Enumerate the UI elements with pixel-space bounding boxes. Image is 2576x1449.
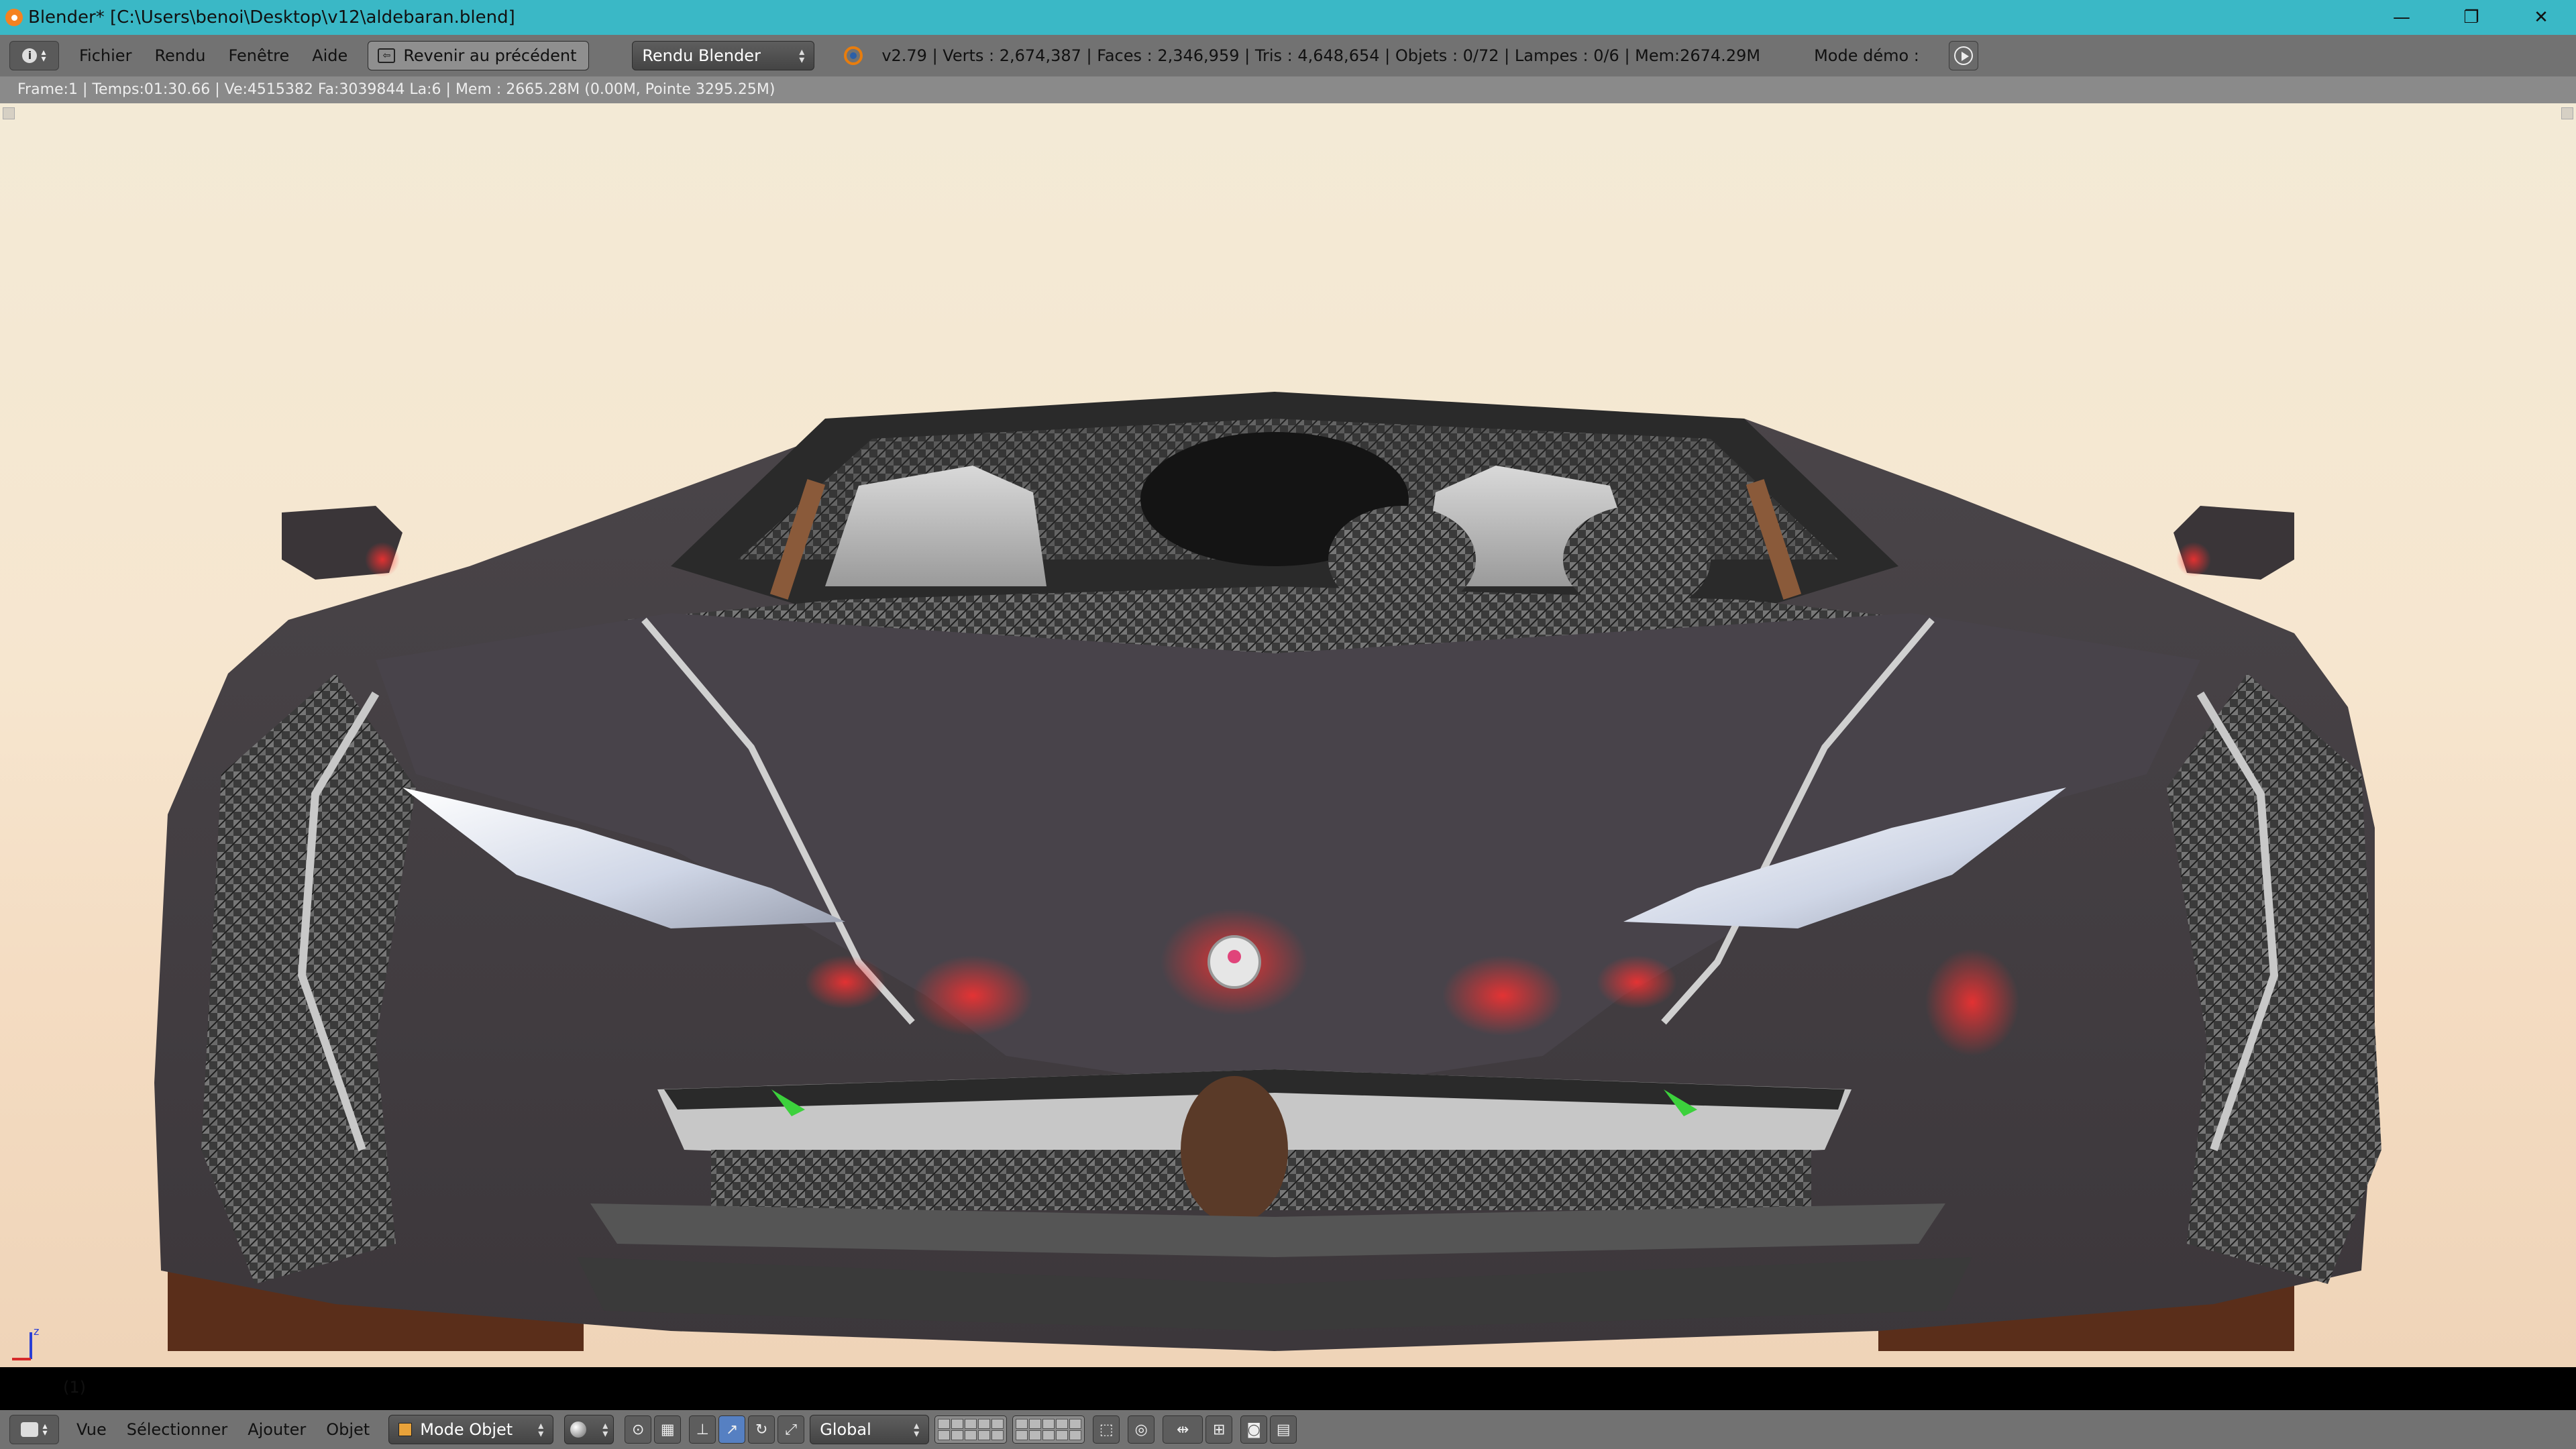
updown-icon: ▴ ▾: [42, 1421, 48, 1438]
orientation-dropdown[interactable]: Global ▴ ▾: [810, 1415, 930, 1444]
render-status: Frame:1 | Temps:01:30.66 | Ve:4515382 Fa…: [0, 76, 2576, 103]
mode-dropdown[interactable]: Mode Objet ▴ ▾: [388, 1415, 554, 1444]
layers-grid-1[interactable]: [934, 1415, 1008, 1444]
layers-grid-2[interactable]: [1012, 1415, 1085, 1444]
shading-dropdown[interactable]: ▴ ▾: [564, 1415, 614, 1444]
menu-fichier[interactable]: Fichier: [79, 46, 131, 65]
manipulator-icon[interactable]: ⊥: [689, 1415, 716, 1444]
dropdown-arrows-icon: ▴ ▾: [538, 1419, 544, 1440]
axis-gizmo: z: [12, 1326, 39, 1360]
maximize-button[interactable]: ❐: [2436, 0, 2506, 35]
title-bar: Blender* [C:\Users\benoi\Desktop\v12\ald…: [0, 0, 2576, 35]
info-header: i ▴ ▾ Fichier Rendu Fenêtre Aide ⇦ Reveni…: [0, 35, 2576, 76]
3d-viewport[interactable]: (1): [0, 103, 2576, 1367]
play-icon: [1953, 46, 1973, 65]
rotate-manipulator-icon[interactable]: ↻: [748, 1415, 775, 1444]
object-mode-icon: [398, 1423, 413, 1436]
dropdown-arrows-icon: ▴ ▾: [799, 45, 805, 66]
frame-label: (1): [63, 1378, 86, 1397]
back-button-label: Revenir au précédent: [403, 46, 577, 65]
render-animation-icon[interactable]: ▤: [1270, 1415, 1297, 1444]
menu-fenetre[interactable]: Fenêtre: [228, 46, 289, 65]
axis-z-label: z: [34, 1326, 39, 1338]
render-engine-label: Rendu Blender: [642, 46, 761, 65]
translate-manipulator-icon[interactable]: ↗: [718, 1415, 746, 1444]
close-button[interactable]: ✕: [2506, 0, 2576, 35]
proportional-editing-icon[interactable]: ◎: [1128, 1415, 1155, 1444]
updown-icon: ▴ ▾: [41, 47, 46, 64]
window-title: Blender* [C:\Users\benoi\Desktop\v12\ald…: [28, 7, 515, 28]
scene-stats: v2.79 | Verts : 2,674,387 | Faces : 2,34…: [881, 46, 1761, 65]
blender-scene-icon: [844, 46, 863, 65]
pivot-icon[interactable]: ⊙: [625, 1415, 652, 1444]
mode-label: Mode Objet: [420, 1420, 513, 1439]
menu-ajouter[interactable]: Ajouter: [248, 1420, 306, 1439]
back-to-previous-button[interactable]: ⇦ Revenir au précédent: [368, 41, 590, 70]
render-engine-dropdown[interactable]: Rendu Blender ▴ ▾: [632, 41, 815, 70]
play-button[interactable]: [1948, 41, 1978, 70]
menu-selectionner[interactable]: Sélectionner: [127, 1420, 227, 1439]
shading-solid-icon: [570, 1421, 587, 1438]
snap-element-icon[interactable]: ⇹: [1163, 1415, 1203, 1444]
render-image-icon[interactable]: ◙: [1240, 1415, 1268, 1444]
snap-icon[interactable]: ⊞: [1205, 1415, 1233, 1444]
dropdown-arrows-icon: ▴ ▾: [602, 1419, 608, 1440]
minimize-button[interactable]: —: [2367, 0, 2436, 35]
menu-objet[interactable]: Objet: [326, 1420, 370, 1439]
orientation-label: Global: [820, 1420, 871, 1439]
car-render: [154, 392, 2381, 1351]
blender-logo-icon: [5, 9, 23, 26]
menu-rendu[interactable]: Rendu: [154, 46, 205, 65]
editor-type-button[interactable]: i ▴ ▾: [9, 41, 59, 70]
3d-view-icon: [21, 1422, 39, 1437]
demo-mode-label: Mode démo :: [1814, 46, 1919, 65]
dropdown-arrows-icon: ▴ ▾: [914, 1419, 920, 1440]
info-icon: i: [22, 48, 38, 63]
back-icon: ⇦: [378, 48, 396, 63]
editor-type-button[interactable]: ▴ ▾: [9, 1415, 59, 1444]
occlude-geometry-icon[interactable]: ▦: [654, 1415, 682, 1444]
3d-view-header: ▴ ▾ Vue Sélectionner Ajouter Objet Mode O…: [0, 1410, 2576, 1449]
scale-manipulator-icon[interactable]: ⤢: [777, 1415, 805, 1444]
lock-layers-icon[interactable]: ⬚: [1093, 1415, 1120, 1444]
menu-vue[interactable]: Vue: [76, 1420, 107, 1439]
menu-aide[interactable]: Aide: [312, 46, 347, 65]
